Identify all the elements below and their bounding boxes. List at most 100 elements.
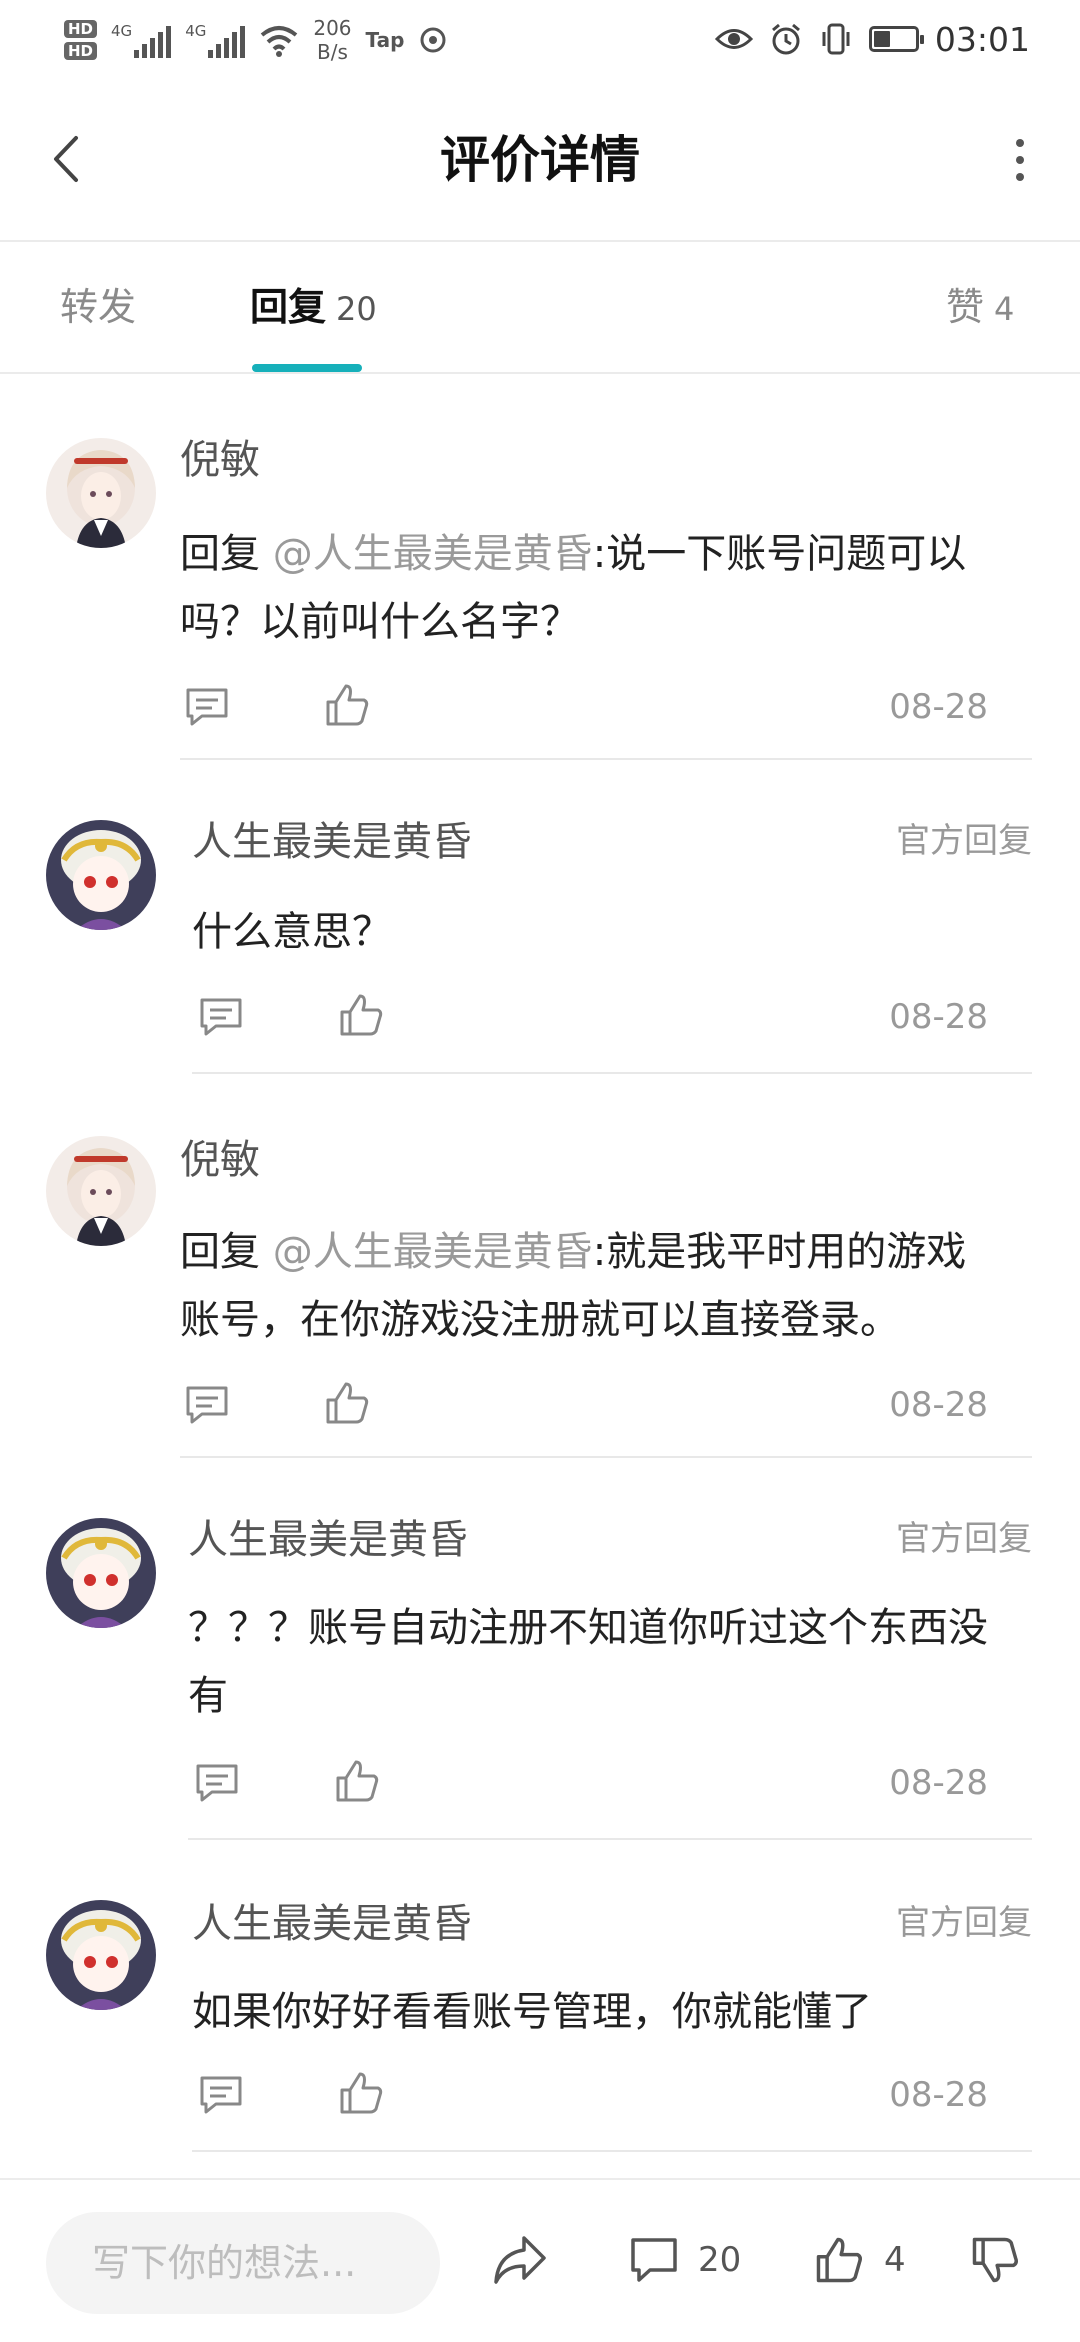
tab-replies[interactable]: 回复 20 (250, 282, 377, 334)
thumbs-down-icon (972, 2237, 1018, 2283)
app-header: 评价详情 (0, 80, 1080, 240)
comment-text-line1: :就是我平时用的游戏 (592, 1229, 967, 1275)
tab-replies-label: 回复 (250, 285, 327, 329)
comment-icon[interactable] (182, 682, 232, 732)
bottom-action-bar: 写下你的想法... 20 4 (0, 2178, 1080, 2342)
comment-divider (180, 1456, 1032, 1458)
eye-icon (714, 29, 753, 49)
avatar[interactable] (46, 1518, 156, 1628)
net-type-2: 4G (185, 22, 207, 40)
more-button[interactable] (1000, 130, 1040, 190)
network-speed: 206 B/s (313, 16, 351, 64)
comment-icon[interactable] (196, 992, 246, 1042)
vibrate-icon (822, 23, 850, 55)
more-dot (1016, 173, 1024, 181)
tab-likes-count: 4 (994, 290, 1015, 328)
comment-item: 人生最美是黄昏 官方回复 ？？？账号自动注册不知道你听过这个东西没 有 08-2… (0, 1498, 1080, 1840)
dislike-button[interactable] (968, 2220, 1022, 2300)
thumbs-up-icon (816, 2237, 862, 2283)
net-type-1: 4G (111, 22, 133, 40)
signal-bars-icon (208, 24, 246, 58)
reply-prefix: 回复 (180, 531, 260, 577)
comment-divider (192, 1072, 1032, 1074)
tab-forward[interactable]: 转发 (60, 282, 146, 334)
signal-2: 4G (185, 22, 246, 58)
reply-prefix: 回复 (180, 1229, 260, 1275)
avatar[interactable] (46, 820, 156, 930)
comment-item: 人生最美是黄昏 官方回复 什么意思？ 08-28 (0, 800, 1080, 1120)
thumbs-up-icon[interactable] (332, 1756, 382, 1806)
mention-link[interactable]: @人生最美是黄昏 (273, 1229, 593, 1275)
official-reply-badge: 官方回复 (896, 1519, 1032, 1559)
battery-level (873, 31, 890, 47)
thumbs-up-icon[interactable] (336, 2068, 386, 2118)
comment-author[interactable]: 倪敏 (180, 1132, 260, 1188)
comment-text: 什么意思？ (192, 898, 1032, 966)
location-icon (420, 27, 446, 53)
active-tab-indicator (252, 364, 362, 372)
comment-text-line2: 有 (188, 1673, 228, 1719)
signal-bars-icon (134, 24, 172, 58)
avatar-official-image (46, 820, 156, 930)
like-count: 4 (884, 2240, 906, 2280)
thumbs-up-icon[interactable] (322, 680, 372, 730)
comment-icon[interactable] (182, 1380, 232, 1430)
battery-icon (868, 26, 924, 52)
avatar[interactable] (46, 1136, 156, 1246)
alarm-icon (771, 23, 800, 55)
comment-author[interactable]: 人生最美是黄昏 (192, 814, 472, 870)
official-reply-badge: 官方回复 (896, 821, 1032, 861)
speed-unit: B/s (317, 40, 348, 64)
comment-date: 08-28 (889, 997, 988, 1037)
comment-text: 回复 @人生最美是黄昏:就是我平时用的游戏 账号，在你游戏没注册就可以直接登录。 (180, 1218, 1040, 1354)
avatar-girl-image (46, 1136, 156, 1246)
mention-link[interactable]: @人生最美是黄昏 (273, 531, 593, 577)
tab-replies-count: 20 (336, 290, 377, 328)
comment-count: 20 (698, 2240, 742, 2280)
avatar-official-image (46, 1518, 156, 1628)
comment-author[interactable]: 倪敏 (180, 432, 260, 488)
avatar[interactable] (46, 438, 156, 548)
comment-text-line2: 吗？以前叫什么名字？ (180, 599, 580, 645)
comment-item: 人生最美是黄昏 官方回复 如果你好好看看账号管理，你就能懂了 08-28 (0, 1880, 1080, 2180)
official-reply-badge: 官方回复 (896, 1903, 1032, 1943)
tap-indicator: Tap (365, 28, 405, 52)
comment-item: 倪敏 回复 @人生最美是黄昏:就是我平时用的游戏 账号，在你游戏没注册就可以直接… (0, 1118, 1080, 1458)
comment-divider (192, 2150, 1032, 2152)
status-left: HD HD 4G 4G 206 B/s Tap (64, 10, 448, 70)
avatar-official-image (46, 1900, 156, 2010)
tab-divider (0, 372, 1080, 374)
status-right: 03:01 (714, 14, 1030, 64)
like-button[interactable]: 4 (812, 2220, 906, 2300)
comment-text-line2: 账号，在你游戏没注册就可以直接登录。 (180, 1297, 900, 1343)
comment-date: 08-28 (889, 1763, 988, 1803)
tab-likes[interactable]: 赞4 (946, 282, 1014, 334)
comment-author[interactable]: 人生最美是黄昏 (188, 1512, 468, 1568)
hd-indicator: HD HD (64, 20, 98, 60)
page-title: 评价详情 (440, 131, 640, 189)
tab-likes-label: 赞 (946, 285, 985, 329)
comment-icon[interactable] (192, 1758, 242, 1808)
clock: 03:01 (934, 19, 1030, 59)
more-vertical-icon (1016, 139, 1024, 147)
comment-input[interactable]: 写下你的想法... (46, 2212, 440, 2314)
avatar[interactable] (46, 1900, 156, 2010)
signal-1: 4G (111, 22, 172, 58)
comment-text: 如果你好好看看账号管理，你就能懂了 (192, 1978, 1032, 2046)
comment-author[interactable]: 人生最美是黄昏 (192, 1896, 472, 1952)
comment-icon[interactable] (196, 2070, 246, 2120)
comments-button[interactable]: 20 (628, 2220, 741, 2300)
tab-bar: 转发 回复 20 赞4 (0, 242, 1080, 372)
comment-date: 08-28 (889, 1385, 988, 1425)
thumbs-up-icon[interactable] (336, 990, 386, 1040)
thumbs-up-icon[interactable] (322, 1378, 372, 1428)
comment-date: 08-28 (889, 2075, 988, 2115)
comment-text: ？？？账号自动注册不知道你听过这个东西没 有 (188, 1594, 1038, 1730)
share-button[interactable] (490, 2220, 550, 2300)
comment-text-line1: ？？？账号自动注册不知道你听过这个东西没 (188, 1605, 988, 1651)
comment-text-line1: 什么意思？ (192, 909, 392, 955)
comment-item: 倪敏 回复 @人生最美是黄昏:说一下账号问题可以 吗？以前叫什么名字？ 08-2… (0, 420, 1080, 760)
comment-divider (188, 1838, 1032, 1840)
status-bar: HD HD 4G 4G 206 B/s Tap 03:01 (0, 0, 1080, 80)
speed-value: 206 (313, 16, 352, 40)
